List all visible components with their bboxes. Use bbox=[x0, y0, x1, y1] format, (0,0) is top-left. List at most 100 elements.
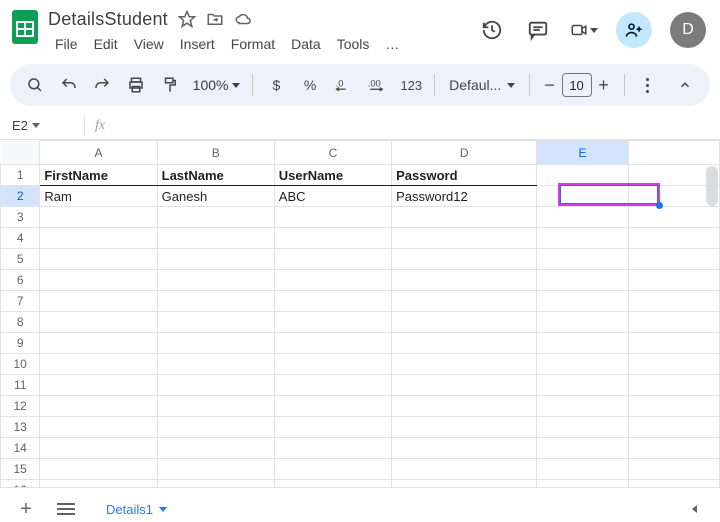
cell-E4[interactable] bbox=[537, 228, 628, 249]
cell-extra-4[interactable] bbox=[628, 228, 719, 249]
sheets-logo[interactable] bbox=[10, 8, 40, 46]
row-header-14[interactable]: 14 bbox=[1, 438, 40, 459]
redo-icon[interactable] bbox=[87, 70, 117, 100]
all-sheets-button[interactable] bbox=[52, 495, 80, 522]
cell-D10[interactable] bbox=[392, 354, 537, 375]
cell-C4[interactable] bbox=[274, 228, 391, 249]
cell-E14[interactable] bbox=[537, 438, 628, 459]
cell-C3[interactable] bbox=[274, 207, 391, 228]
cell-extra-3[interactable] bbox=[628, 207, 719, 228]
cell-B12[interactable] bbox=[157, 396, 274, 417]
font-size-increase[interactable]: + bbox=[592, 72, 616, 98]
cell-D1[interactable]: Password bbox=[392, 165, 537, 186]
cell-B14[interactable] bbox=[157, 438, 274, 459]
zoom-dropdown[interactable]: 100% bbox=[189, 77, 245, 93]
cell-D15[interactable] bbox=[392, 459, 537, 480]
cell-extra-15[interactable] bbox=[628, 459, 719, 480]
scroll-sheets-left[interactable] bbox=[680, 495, 708, 522]
cell-E13[interactable] bbox=[537, 417, 628, 438]
cell-C11[interactable] bbox=[274, 375, 391, 396]
font-size-decrease[interactable]: − bbox=[538, 72, 562, 98]
row-header-1[interactable]: 1 bbox=[1, 165, 40, 186]
row-header-2[interactable]: 2 bbox=[1, 186, 40, 207]
cell-extra-16[interactable] bbox=[628, 480, 719, 489]
cell-A13[interactable] bbox=[40, 417, 157, 438]
cell-B6[interactable] bbox=[157, 270, 274, 291]
cell-C7[interactable] bbox=[274, 291, 391, 312]
select-all-corner[interactable] bbox=[1, 141, 40, 165]
cell-D12[interactable] bbox=[392, 396, 537, 417]
cell-E10[interactable] bbox=[537, 354, 628, 375]
cell-D14[interactable] bbox=[392, 438, 537, 459]
cell-E7[interactable] bbox=[537, 291, 628, 312]
cell-E11[interactable] bbox=[537, 375, 628, 396]
cell-D7[interactable] bbox=[392, 291, 537, 312]
font-family-dropdown[interactable]: Defaul... bbox=[443, 77, 520, 93]
cell-extra-9[interactable] bbox=[628, 333, 719, 354]
cell-A8[interactable] bbox=[40, 312, 157, 333]
add-sheet-button[interactable]: + bbox=[12, 495, 40, 522]
vertical-scrollbar[interactable] bbox=[706, 166, 718, 206]
cell-B9[interactable] bbox=[157, 333, 274, 354]
cell-A10[interactable] bbox=[40, 354, 157, 375]
account-avatar[interactable]: D bbox=[670, 12, 706, 48]
doc-title[interactable]: DetailsStudent bbox=[48, 9, 168, 30]
column-header-A[interactable]: A bbox=[40, 141, 157, 165]
cell-extra-13[interactable] bbox=[628, 417, 719, 438]
toolbar-overflow[interactable] bbox=[633, 70, 663, 100]
cell-C2[interactable]: ABC bbox=[274, 186, 391, 207]
format-percent[interactable]: % bbox=[295, 70, 325, 100]
cell-A3[interactable] bbox=[40, 207, 157, 228]
cell-E2[interactable] bbox=[537, 186, 628, 207]
cell-D2[interactable]: Password12 bbox=[392, 186, 537, 207]
increase-decimal[interactable]: .00 bbox=[363, 70, 393, 100]
more-formats[interactable]: 123 bbox=[396, 70, 426, 100]
cell-E12[interactable] bbox=[537, 396, 628, 417]
column-header-next[interactable] bbox=[628, 141, 719, 165]
share-button[interactable] bbox=[616, 12, 652, 48]
menu-file[interactable]: File bbox=[48, 32, 85, 56]
row-header-6[interactable]: 6 bbox=[1, 270, 40, 291]
cell-C16[interactable] bbox=[274, 480, 391, 489]
row-header-12[interactable]: 12 bbox=[1, 396, 40, 417]
cell-C14[interactable] bbox=[274, 438, 391, 459]
cell-E15[interactable] bbox=[537, 459, 628, 480]
meet-dropdown[interactable] bbox=[570, 16, 598, 44]
comments-icon[interactable] bbox=[524, 16, 552, 44]
row-header-8[interactable]: 8 bbox=[1, 312, 40, 333]
row-header-7[interactable]: 7 bbox=[1, 291, 40, 312]
cell-A5[interactable] bbox=[40, 249, 157, 270]
row-header-4[interactable]: 4 bbox=[1, 228, 40, 249]
cell-extra-6[interactable] bbox=[628, 270, 719, 291]
column-header-E[interactable]: E bbox=[537, 141, 628, 165]
decrease-decimal[interactable]: .0 bbox=[329, 70, 359, 100]
cell-B10[interactable] bbox=[157, 354, 274, 375]
font-size-value[interactable]: 10 bbox=[562, 73, 592, 97]
cell-B8[interactable] bbox=[157, 312, 274, 333]
column-header-D[interactable]: D bbox=[392, 141, 537, 165]
cell-extra-8[interactable] bbox=[628, 312, 719, 333]
cell-A15[interactable] bbox=[40, 459, 157, 480]
cell-A11[interactable] bbox=[40, 375, 157, 396]
cell-A16[interactable] bbox=[40, 480, 157, 489]
cell-C10[interactable] bbox=[274, 354, 391, 375]
row-header-10[interactable]: 10 bbox=[1, 354, 40, 375]
paint-format-icon[interactable] bbox=[155, 70, 185, 100]
sheet-tab-active[interactable]: Details1 bbox=[92, 493, 181, 522]
move-to-folder-icon[interactable] bbox=[206, 10, 224, 28]
cell-B4[interactable] bbox=[157, 228, 274, 249]
cell-A6[interactable] bbox=[40, 270, 157, 291]
row-header-11[interactable]: 11 bbox=[1, 375, 40, 396]
cell-D4[interactable] bbox=[392, 228, 537, 249]
cell-B1[interactable]: LastName bbox=[157, 165, 274, 186]
cell-C13[interactable] bbox=[274, 417, 391, 438]
cell-A1[interactable]: FirstName bbox=[40, 165, 157, 186]
search-menus-icon[interactable] bbox=[20, 70, 50, 100]
formula-input[interactable] bbox=[115, 112, 720, 139]
row-header-3[interactable]: 3 bbox=[1, 207, 40, 228]
menu-insert[interactable]: Insert bbox=[173, 32, 222, 56]
cell-D6[interactable] bbox=[392, 270, 537, 291]
cell-E6[interactable] bbox=[537, 270, 628, 291]
cell-C12[interactable] bbox=[274, 396, 391, 417]
cell-E5[interactable] bbox=[537, 249, 628, 270]
